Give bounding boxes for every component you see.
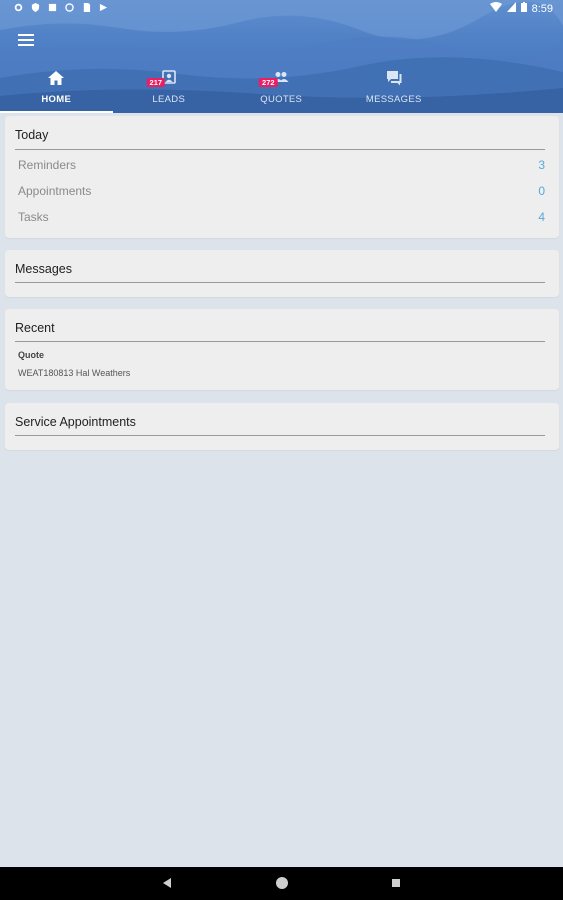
recent-divider [15,341,545,342]
app-header: 8:59 HOME 217 LEADS 272 QUOTES MESSAGES [0,0,563,113]
back-icon[interactable] [163,878,171,888]
tab-messages-label: MESSAGES [365,94,422,105]
service-appointments-card[interactable]: Service Appointments [5,403,559,450]
reminders-count: 3 [538,158,545,172]
leads-badge: 217 [146,78,166,87]
play-icon [99,3,108,12]
tab-leads-label: LEADS [152,94,186,105]
appointments-label: Appointments [18,184,92,198]
status-bar: 8:59 [0,0,563,18]
quotes-badge: 272 [259,78,278,87]
messages-icon [386,71,402,86]
messages-divider [15,282,545,283]
tab-quotes-label: QUOTES [260,94,303,105]
sim-icon [82,3,91,12]
tab-home-label: HOME [41,94,72,105]
service-appointments-title: Service Appointments [15,415,136,429]
messages-card[interactable]: Messages [5,250,559,297]
battery-icon [520,2,527,15]
home-icon [48,71,65,85]
tasks-count: 4 [538,210,545,224]
tasks-label: Tasks [18,210,49,224]
appointments-row[interactable]: Appointments 0 [18,184,545,202]
reminders-label: Reminders [18,158,77,172]
status-time: 8:59 [531,2,553,15]
settings-icon [14,3,23,12]
reminders-row[interactable]: Reminders 3 [18,158,545,176]
tab-leads[interactable]: 217 LEADS [113,64,226,113]
today-divider [15,149,545,150]
tab-bar: HOME 217 LEADS 272 QUOTES MESSAGES [0,64,563,113]
signal-icon [506,2,516,15]
hamburger-menu-icon[interactable] [16,32,36,48]
tab-home[interactable]: HOME [0,64,113,113]
navigation-bar [0,867,563,900]
home-button-icon[interactable] [276,877,288,889]
messages-title: Messages [15,262,72,276]
appointments-count: 0 [538,184,545,198]
service-appointments-divider [15,435,545,436]
tab-messages[interactable]: MESSAGES [338,64,451,113]
recent-item-type: Quote [18,350,44,360]
recent-apps-icon[interactable] [392,879,400,887]
wifi-icon [489,2,502,15]
recent-card: Recent Quote WEAT180813 Hal Weathers [5,309,559,390]
circle-icon [65,3,74,12]
today-card: Today Reminders 3 Appointments 0 Tasks 4 [5,116,559,238]
tab-quotes[interactable]: 272 QUOTES [225,64,338,113]
recent-item-description[interactable]: WEAT180813 Hal Weathers [18,368,130,378]
tasks-row[interactable]: Tasks 4 [18,210,545,228]
today-title: Today [15,128,49,142]
notification-icon [48,3,57,12]
recent-title: Recent [15,321,55,335]
shield-icon [31,3,40,12]
